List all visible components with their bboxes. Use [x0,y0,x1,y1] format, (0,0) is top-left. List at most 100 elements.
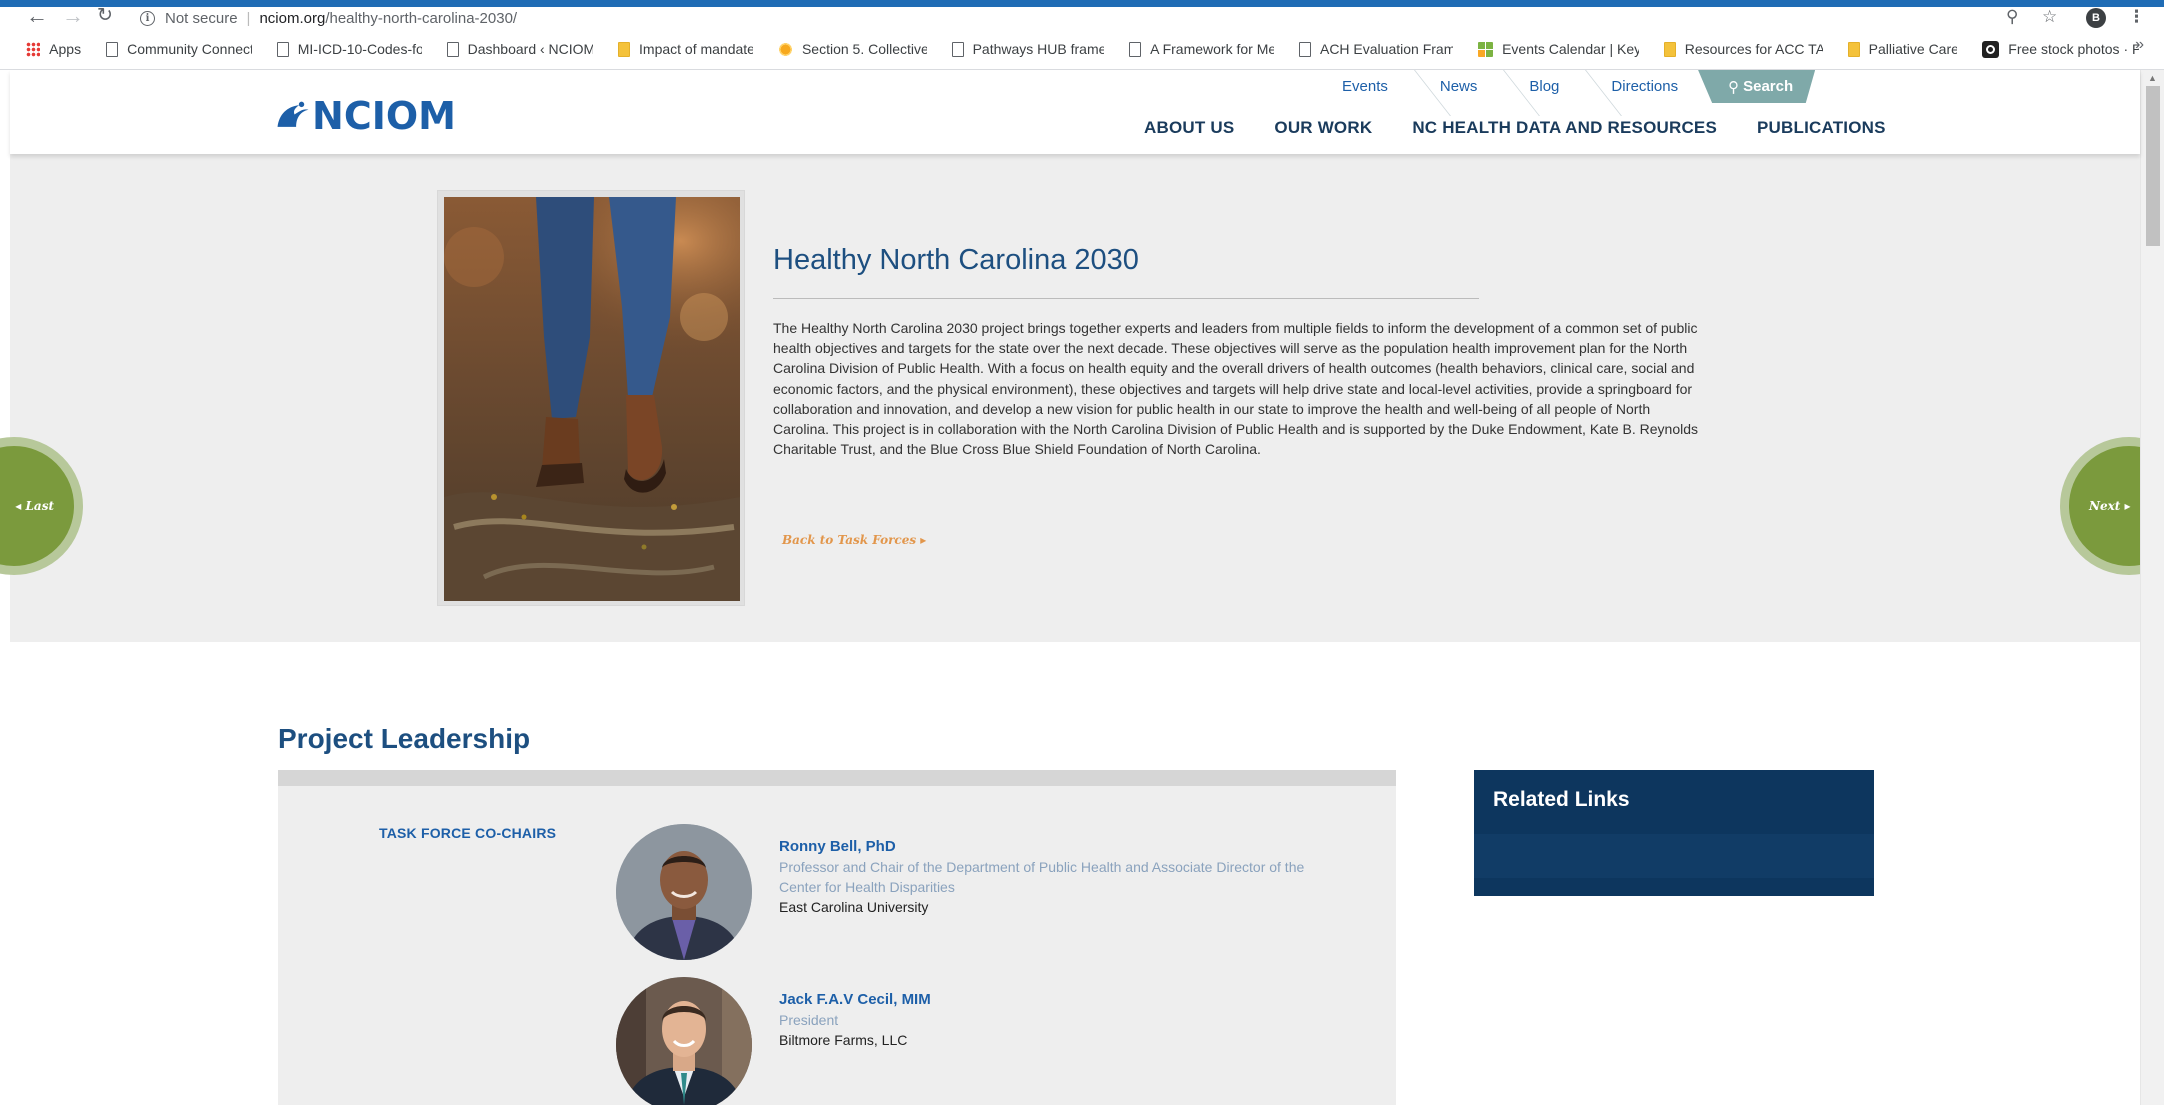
page-icon [1298,41,1311,57]
related-links-panel: Related Links [1474,770,1874,896]
page-icon [1129,41,1142,57]
page-icon [106,41,119,57]
search-icon: ⚲ [1728,78,1740,96]
bookmark-item[interactable]: Palliative Care [1847,41,1958,57]
bookmark-label: Community Connect [127,41,252,57]
person-card: Jack F.A.V Cecil, MIM President Biltmore… [616,977,931,1105]
hero-photo [437,190,745,606]
scroll-thumb[interactable] [2146,86,2160,246]
utility-nav: Events News Blog Directions ⚲ Search [1316,70,1816,103]
main-nav-nc-health-data-and-resources[interactable]: NC HEALTH DATA AND RESOURCES [1412,118,1717,138]
person-photo [616,824,752,960]
star-icon[interactable]: ☆ [2042,7,2057,27]
bookmarks-more-icon[interactable]: » [2135,36,2144,54]
main-nav-publications[interactable]: PUBLICATIONS [1757,118,1886,138]
bookmark-label: ACH Evaluation Fram [1319,41,1454,57]
person-name[interactable]: Jack F.A.V Cecil, MIM [779,991,1319,1008]
bookmark-item[interactable]: Resources for ACC TA [1663,41,1823,57]
person-org: Biltmore Farms, LLC [779,1032,908,1048]
hero-section: Healthy North Carolina 2030 The Healthy … [10,154,2140,642]
bookmark-label: Resources for ACC TA [1684,41,1823,57]
page-title: Healthy North Carolina 2030 [773,244,1139,276]
bookmark-label: Events Calendar | Key [1502,41,1639,57]
bookmark-label: MI-ICD-10-Codes-fo [297,41,422,57]
back-arrow-icon[interactable]: ← [26,5,48,27]
zoom-icon[interactable]: ⚲ [2006,7,2018,27]
folder-icon [1847,41,1860,57]
address-bar[interactable]: i Not secure | nciom.org /healthy-north-… [140,7,517,29]
forward-arrow-icon[interactable]: → [62,5,84,27]
project-leadership-heading: Project Leadership [278,723,531,754]
leadership-panel: TASK FORCE CO-CHAIRS Ronny Bell, PhD Pro… [278,770,1396,1105]
camera-icon [1982,40,2000,58]
person-org: East Carolina University [779,899,929,915]
bookmark-item[interactable]: MI-ICD-10-Codes-fo [276,41,422,57]
bookmark-item[interactable]: Events Calendar | Key [1478,41,1639,57]
page-icon [276,41,289,57]
security-label: Not secure [165,9,238,27]
util-nav-directions[interactable]: Directions [1585,70,1704,103]
bookmark-label: Apps [49,41,82,57]
bookmark-label: Palliative Care [1868,41,1958,57]
page-scrollbar[interactable]: ▲ [2140,70,2164,1105]
util-nav-events[interactable]: Events [1316,70,1414,103]
address-row: ← → ↻ i Not secure | nciom.org /healthy-… [0,5,2164,29]
bookmark-item[interactable]: ACH Evaluation Fram [1298,41,1454,57]
apps-icon [26,41,41,57]
main-nav: ABOUT US OUR WORK NC HEALTH DATA AND RESOU… [1144,118,1886,138]
bookmark-item[interactable]: Section 5. Collective [777,41,927,57]
bookmark-label: Section 5. Collective [801,41,927,57]
bookmark-item[interactable]: Impact of mandate [618,41,753,57]
next-label: Next ▸ [2089,499,2131,513]
panel-top-bar [278,770,1396,786]
related-links-list [1474,834,1874,878]
folder-icon [618,41,631,57]
web-page: NCIOM Events News Blog Directions ⚲ Search A… [0,70,2164,1105]
profile-avatar[interactable]: B [2086,8,2106,28]
person-info: Ronny Bell, PhD Professor and Chair of t… [779,838,1319,915]
person-info: Jack F.A.V Cecil, MIM President Biltmore… [779,991,1319,1048]
bookmark-label: Impact of mandate [639,41,753,57]
hiker-boots-image [444,197,740,601]
site-header: NCIOM Events News Blog Directions ⚲ Search A… [10,70,2140,154]
bookmark-item[interactable]: A Framework for Me [1129,41,1274,57]
related-links-heading: Related Links [1493,788,1630,811]
main-nav-our-work[interactable]: OUR WORK [1274,118,1372,138]
person-role: President [779,1012,839,1028]
bookmarks-bar: Apps Community Connect MI-ICD-10-Codes-fo D… [0,36,2164,62]
page-icon [951,41,964,57]
avatar [616,824,752,960]
back-to-task-forces-link[interactable]: Back to Task Forces ▸ [782,533,926,547]
search-button[interactable]: ⚲ Search [1698,70,1816,103]
person-photo [616,977,752,1105]
bookmark-label: A Framework for Me [1150,41,1274,57]
site-logo[interactable]: NCIOM [276,88,456,136]
util-nav-news[interactable]: News [1414,70,1504,103]
page-icon [446,41,459,57]
person-name[interactable]: Ronny Bell, PhD [779,838,1319,855]
reload-icon[interactable]: ↻ [97,5,113,27]
bookmark-item[interactable]: Pathways HUB frame [951,41,1104,57]
menu-kebab-icon[interactable]: ⋮ [2128,7,2145,27]
util-nav-blog[interactable]: Blog [1503,70,1585,103]
url-separator: | [246,9,251,27]
folder-icon [1663,41,1676,57]
bookmark-item[interactable]: Dashboard ‹ NCIOM [446,41,594,57]
logo-swoosh-icon [277,101,309,127]
search-label: Search [1743,78,1794,95]
co-chairs-label: TASK FORCE CO-CHAIRS [379,825,557,841]
main-nav-about-us[interactable]: ABOUT US [1144,118,1234,138]
sun-icon [777,41,793,57]
person-role: Professor and Chair of the Department of… [779,859,1305,895]
bookmark-label: Dashboard ‹ NCIOM [467,41,594,57]
title-divider [773,298,1479,299]
bookmark-item[interactable]: Apps [26,41,81,57]
bookmark-item[interactable]: Community Connect [106,41,252,57]
hero-description: The Healthy North Carolina 2030 project … [773,320,1698,458]
scroll-up-icon[interactable]: ▲ [2148,73,2157,83]
url-path: /healthy-north-carolina-2030/ [325,9,518,27]
bookmark-item[interactable]: Free stock photos · P [1982,40,2139,58]
browser-chrome: ← → ↻ i Not secure | nciom.org /healthy-… [0,5,2164,70]
url-host: nciom.org [259,9,326,27]
info-icon[interactable]: i [140,10,155,26]
